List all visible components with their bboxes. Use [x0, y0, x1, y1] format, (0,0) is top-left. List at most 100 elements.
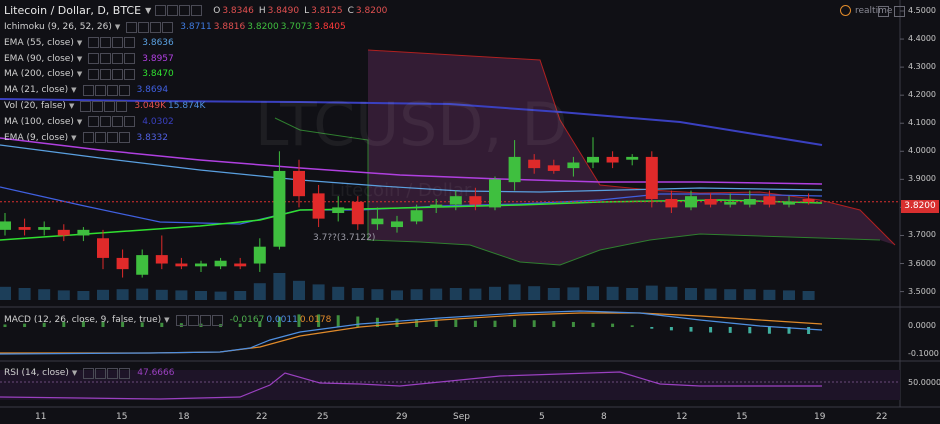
chart-title[interactable]: Litecoin / Dollar, D, BTCE ▼ O 3.8346 H 3.8… — [4, 4, 387, 17]
indicator-controls[interactable] — [83, 367, 131, 379]
close-icon[interactable] — [124, 116, 136, 128]
indicator-name[interactable]: Vol (20, false) — [4, 101, 66, 111]
candle-body — [97, 238, 109, 258]
indicator-name[interactable]: EMA (55, close) — [4, 38, 74, 48]
volume-bar — [253, 283, 266, 300]
close-icon[interactable] — [211, 314, 223, 326]
candle-body — [763, 196, 776, 205]
indicator-name[interactable]: MA (21, close) — [4, 85, 68, 95]
chevron-down-icon[interactable]: ▼ — [77, 118, 82, 126]
macd-histogram-bar — [650, 327, 654, 329]
ohlc-readout: O 3.8346 H 3.8490 L 3.8125 C 3.8200 — [208, 6, 387, 16]
eye-icon[interactable] — [88, 53, 100, 65]
symbol-title[interactable]: Litecoin / Dollar, D, BTCE — [4, 4, 141, 17]
indicator-row[interactable]: EMA (90, close) ▼ 3.8957 — [4, 52, 174, 66]
add-icon[interactable] — [107, 367, 119, 379]
settings-box-icons[interactable] — [155, 5, 203, 16]
chevron-down-icon[interactable]: ▼ — [71, 86, 76, 94]
settings-icon[interactable] — [94, 132, 106, 144]
indicator-controls[interactable] — [82, 132, 131, 144]
chevron-down-icon[interactable]: ▼ — [72, 369, 77, 377]
add-icon[interactable] — [112, 53, 124, 65]
eye-icon[interactable] — [88, 116, 100, 128]
chevron-down-icon[interactable]: ▼ — [77, 39, 82, 47]
indicator-name[interactable]: EMA (90, close) — [4, 54, 74, 64]
minimize-icon[interactable] — [894, 6, 905, 17]
settings-icon[interactable] — [95, 367, 107, 379]
add-icon[interactable] — [112, 37, 124, 49]
settings-icon[interactable] — [100, 53, 112, 65]
chevron-down-icon[interactable]: ▼ — [71, 134, 76, 142]
eye-icon[interactable] — [82, 84, 94, 96]
indicator-controls[interactable] — [88, 116, 136, 128]
rsi-legend[interactable]: RSI (14, close) ▼ 47.6666 — [4, 366, 174, 380]
chevron-down-icon[interactable]: ▼ — [77, 55, 82, 63]
indicator-name[interactable]: EMA (9, close) — [4, 133, 68, 143]
add-icon[interactable] — [150, 21, 162, 33]
indicator-controls[interactable] — [82, 84, 131, 96]
price-tick-label: 3.7000 — [908, 230, 936, 240]
chevron-down-icon[interactable]: ▼ — [115, 23, 120, 31]
eye-icon[interactable] — [88, 68, 100, 80]
chevron-down-icon[interactable]: ▼ — [77, 70, 82, 78]
add-icon[interactable] — [106, 132, 118, 144]
candle-body — [0, 221, 11, 230]
close-icon[interactable] — [118, 132, 130, 144]
indicator-name[interactable]: Ichimoku (9, 26, 52, 26) — [4, 22, 112, 32]
add-icon[interactable] — [106, 84, 118, 96]
indicator-row[interactable]: MA (21, close) ▼ 3.8694 — [4, 83, 168, 97]
eye-icon[interactable] — [126, 21, 138, 33]
settings-icon[interactable] — [92, 100, 104, 112]
candle-body — [704, 198, 717, 205]
indicator-row[interactable]: MA (200, close) ▼ 3.8470 — [4, 67, 174, 81]
chevron-down-icon[interactable]: ▼ — [164, 316, 169, 324]
add-icon[interactable] — [112, 68, 124, 80]
add-icon[interactable] — [199, 314, 211, 326]
close-icon[interactable] — [162, 21, 174, 33]
indicator-controls[interactable] — [88, 37, 136, 49]
macd-histogram-bar — [493, 320, 497, 327]
indicator-row[interactable]: Vol (20, false) ▼ 3.049K 15.874K — [4, 99, 205, 113]
close-icon[interactable] — [124, 68, 136, 80]
indicator-name[interactable]: RSI (14, close) — [4, 368, 69, 378]
indicator-controls[interactable] — [88, 68, 136, 80]
indicator-row[interactable]: EMA (9, close) ▼ 3.8332 — [4, 131, 168, 145]
eye-icon[interactable] — [82, 132, 94, 144]
close-icon[interactable] — [118, 84, 130, 96]
chevron-down-icon[interactable]: ▼ — [145, 6, 151, 15]
indicator-name[interactable]: MACD (12, 26, close, 9, false, true) — [4, 315, 161, 325]
indicator-value: 3.8711 — [180, 22, 212, 32]
volume-bar — [97, 289, 109, 300]
indicator-controls[interactable] — [80, 100, 128, 112]
settings-icon[interactable] — [100, 37, 112, 49]
close-icon[interactable] — [124, 53, 136, 65]
indicator-controls[interactable] — [126, 21, 174, 33]
eye-icon[interactable] — [175, 314, 187, 326]
indicator-name[interactable]: MA (100, close) — [4, 117, 74, 127]
volume-bar — [489, 286, 501, 300]
settings-icon[interactable] — [187, 314, 199, 326]
settings-icon[interactable] — [94, 84, 106, 96]
settings-icon[interactable] — [100, 116, 112, 128]
eye-icon[interactable] — [88, 37, 100, 49]
volume-bar — [783, 290, 795, 300]
settings-icon[interactable] — [100, 68, 112, 80]
eye-icon[interactable] — [80, 100, 92, 112]
indicator-name[interactable]: MA (200, close) — [4, 69, 74, 79]
eye-icon[interactable] — [83, 367, 95, 379]
close-icon[interactable] — [119, 367, 131, 379]
settings-icon[interactable] — [138, 21, 150, 33]
indicator-row[interactable]: MA (100, close) ▼ 4.0302 — [4, 115, 174, 129]
add-icon[interactable] — [104, 100, 116, 112]
indicator-controls[interactable] — [88, 53, 136, 65]
chevron-down-icon[interactable]: ▼ — [69, 102, 74, 110]
indicator-row[interactable]: EMA (55, close) ▼ 3.8636 — [4, 36, 174, 50]
indicator-controls[interactable] — [175, 314, 224, 326]
macd-legend[interactable]: MACD (12, 26, close, 9, false, true) ▼ -0.… — [4, 313, 331, 327]
close-icon[interactable] — [116, 100, 128, 112]
add-icon[interactable] — [112, 116, 124, 128]
indicator-row[interactable]: Ichimoku (9, 26, 52, 26) ▼ 3.8711 3.8816 3.8… — [4, 20, 346, 34]
maximize-icon[interactable] — [878, 6, 889, 17]
ohlc-key: L — [304, 5, 310, 16]
close-icon[interactable] — [124, 37, 136, 49]
